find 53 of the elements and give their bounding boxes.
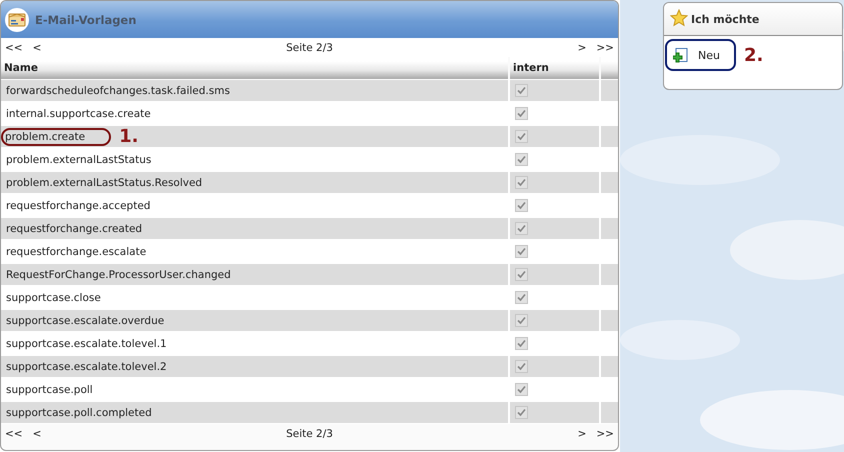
table-cell [601,172,618,193]
checkbox[interactable] [515,222,528,235]
column-header[interactable]: intern [510,57,599,79]
table-cell [601,356,618,377]
table-cell[interactable]: problem.create [1,128,112,146]
table-cell[interactable]: supportcase.poll [4,382,95,396]
next-page-link[interactable]: > [578,428,586,440]
next-page-link[interactable]: > [578,42,586,54]
table-cell [601,310,618,331]
first-page-link[interactable]: << [5,42,23,54]
envelope-icon [5,8,29,32]
checkbox[interactable] [515,176,528,189]
checkbox[interactable] [515,406,528,419]
table-cell[interactable]: supportcase.poll.completed [4,406,154,420]
checkbox[interactable] [515,245,528,258]
new-button[interactable]: Neu [665,39,736,71]
add-document-icon [673,48,688,62]
table-cell[interactable]: requestforchange.created [4,222,144,236]
table-cell[interactable]: supportcase.escalate.tolevel.1 [4,336,169,350]
checkbox[interactable] [515,84,528,97]
checkbox[interactable] [515,199,528,212]
previous-page-link[interactable]: < [32,428,42,440]
table-cell [601,402,618,423]
table-cell [601,264,618,285]
step-number: 1. [119,126,138,147]
column-header [601,57,618,79]
checkbox[interactable] [515,291,528,304]
page-indicator: Seite 2/3 [286,428,333,440]
checkbox[interactable] [515,314,528,327]
last-page-link[interactable]: >> [596,428,614,440]
table-cell [601,80,618,101]
column-header[interactable]: Name [1,57,508,79]
panel-title: Ich möchte [691,12,760,26]
checkbox[interactable] [515,153,528,166]
previous-page-link[interactable]: < [32,42,42,54]
first-page-link[interactable]: << [5,428,23,440]
table-cell[interactable]: requestforchange.escalate [4,244,148,258]
table-cell[interactable]: requestforchange.accepted [4,198,152,212]
table-cell[interactable]: problem.externalLastStatus [4,152,154,166]
table-cell [601,218,618,239]
checkbox[interactable] [515,360,528,373]
last-page-link[interactable]: >> [596,42,614,54]
page-indicator: Seite 2/3 [286,42,333,54]
table-cell[interactable]: supportcase.close [4,290,103,304]
checkbox[interactable] [515,337,528,350]
checkbox[interactable] [515,383,528,396]
checkbox[interactable] [515,107,528,120]
step-number: 2. [744,44,764,66]
panel-title: E-Mail-Vorlagen [35,12,136,26]
checkbox[interactable] [515,268,528,281]
checkbox[interactable] [515,130,528,143]
table-cell [601,126,618,147]
table-cell[interactable]: internal.supportcase.create [4,106,153,120]
